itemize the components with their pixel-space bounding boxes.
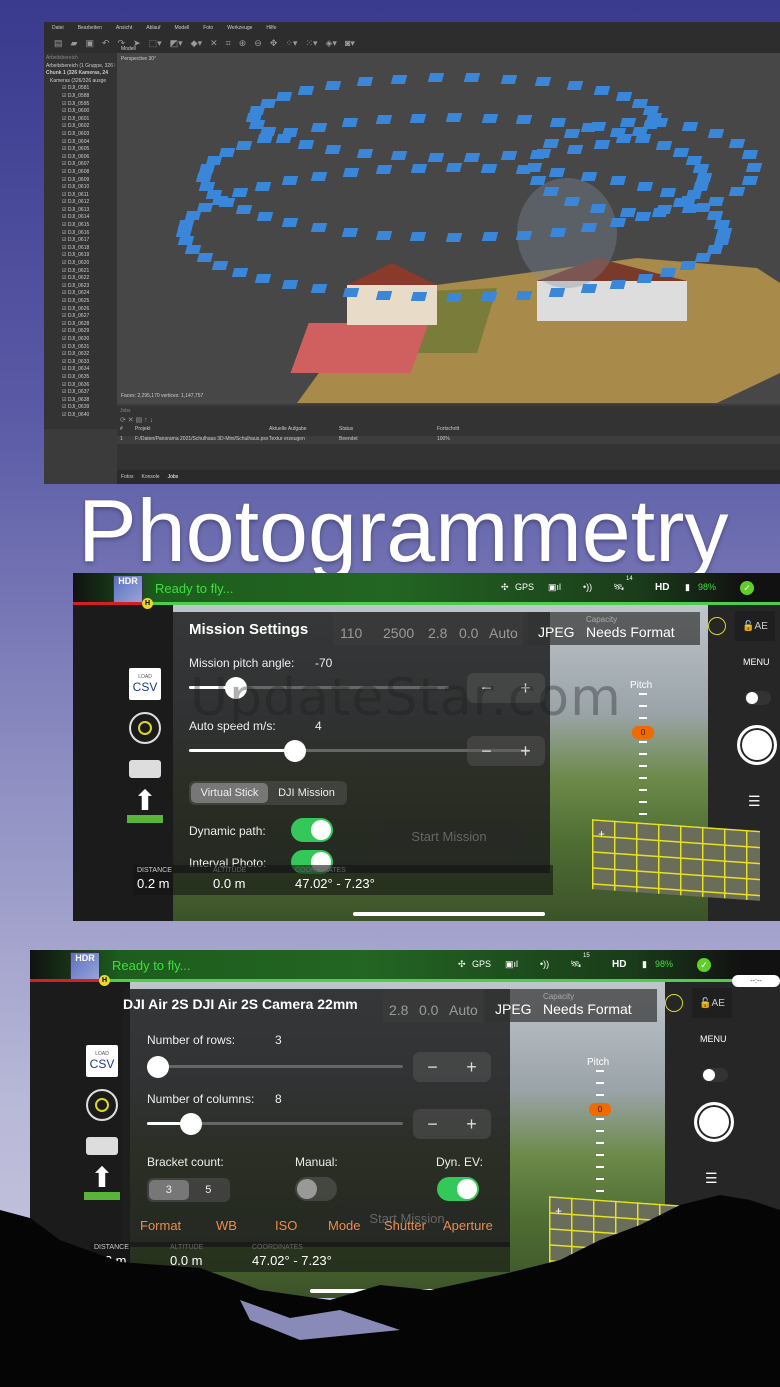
wb-value: Auto <box>449 1002 478 1018</box>
ev-value: 0.0 <box>459 625 479 641</box>
format-value: JPEG <box>538 624 575 640</box>
capacity-value: Needs Format <box>543 1001 632 1017</box>
capacity-label: Capacity <box>586 615 618 624</box>
format-box[interactable]: JPEG Capacity Needs Format <box>528 612 700 645</box>
wb-value: Auto <box>489 625 518 641</box>
format-box[interactable]: JPEG Capacity Needs Format <box>485 989 657 1022</box>
format-value: JPEG <box>495 1001 532 1017</box>
capacity-label: Capacity <box>543 992 575 1001</box>
iso-value: 110 <box>340 625 363 641</box>
ev-value: 0.0 <box>419 1002 439 1018</box>
aperture-value: 2.8 <box>428 625 448 641</box>
capacity-value: Needs Format <box>586 624 675 640</box>
camera-settings-strip[interactable]: 110 2500 2.8 0.0 Auto <box>333 612 523 645</box>
camera-settings-strip[interactable]: 2.8 0.0 Auto <box>383 989 483 1022</box>
shutter-value: 2500 <box>383 625 415 641</box>
mountain-silhouette <box>0 1195 780 1387</box>
aperture-value: 2.8 <box>389 1002 409 1018</box>
